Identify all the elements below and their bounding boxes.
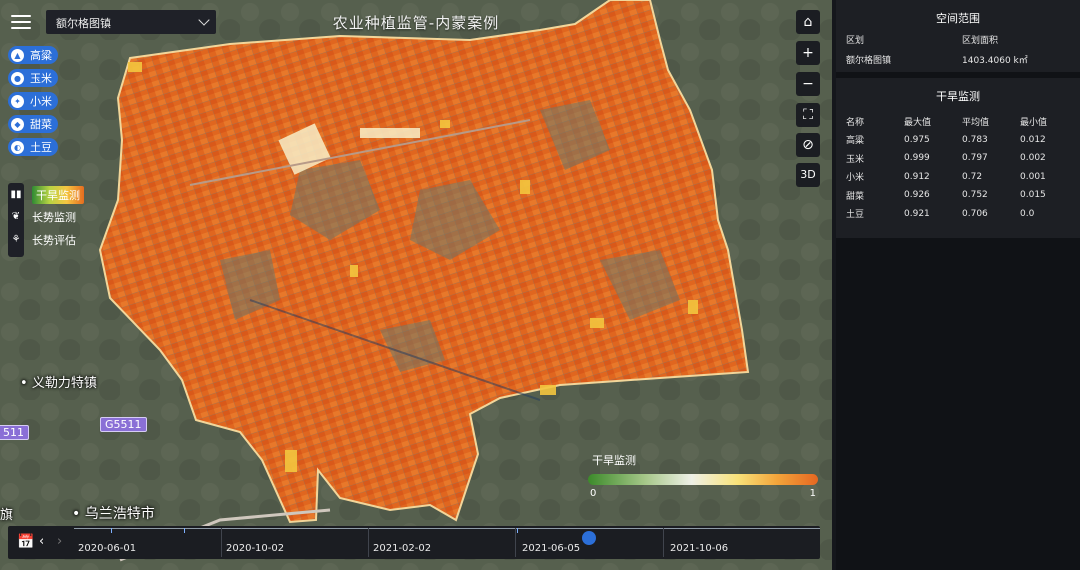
spatial-range-title: 空间范围: [936, 12, 980, 25]
road-shield-partial: 511: [0, 425, 29, 440]
timeline-date: 2020-06-01: [78, 543, 137, 554]
timeline-date: 2020-10-02: [226, 543, 285, 554]
sorghum-icon: ▲: [11, 48, 24, 62]
map-view[interactable]: 农业种植监管-内蒙案例 额尔格图镇 ▲ 高粱 ● 玉米 ✦ 小米 ◆ 甜菜 ◐ 土豆 ▮▮…: [0, 0, 832, 570]
table-cell: 0.752: [962, 190, 988, 201]
table-row: 玉米 0.999 0.797 0.002: [846, 149, 1078, 168]
table-cell: 0.706: [962, 208, 988, 219]
drought-title: 干旱监测: [936, 90, 980, 103]
table-cell: 0.797: [962, 153, 988, 164]
3d-button[interactable]: 3D: [796, 163, 820, 187]
beet-icon: ◆: [11, 117, 24, 131]
map-label-city: • 乌兰浩特市: [72, 506, 155, 522]
legend-gradient: [588, 474, 818, 485]
table-cell: 0.975: [904, 134, 930, 145]
potato-icon: ◐: [11, 140, 24, 154]
legend-min: 0: [590, 488, 597, 499]
table-cell: 小米: [846, 173, 865, 184]
table-cell: 0.001: [1020, 171, 1046, 182]
info-panel: 空间范围 区划 区划面积 额尔格图镇 1403.4060 k㎡ 干旱监测 名称 …: [836, 0, 1080, 570]
timeline-thumb[interactable]: [581, 531, 596, 545]
table-cell: 0.0: [1020, 208, 1035, 219]
timeline-axis: [74, 528, 820, 529]
crop-list: ▲ 高粱 ● 玉米 ✦ 小米 ◆ 甜菜 ◐ 土豆: [8, 46, 58, 161]
timeline-date: 2021-06-05: [522, 543, 581, 554]
region-select[interactable]: 额尔格图镇: [46, 10, 216, 34]
plant-pot-icon: ⚘: [11, 234, 21, 245]
plus-icon: +: [802, 45, 814, 61]
table-cell: 土豆: [846, 210, 865, 221]
drought-table: 名称 最大值 平均值 最小值 高粱 0.975 0.783 0.012 玉米 0.999…: [846, 112, 1078, 223]
table-cell: 0.002: [1020, 153, 1046, 164]
spatial-range-card: 空间范围 区划 区划面积 额尔格图镇 1403.4060 k㎡: [836, 0, 1080, 72]
area-value: 1403.4060 k㎡: [962, 56, 1028, 66]
prev-icon[interactable]: ‹: [39, 534, 44, 549]
sprout-icon: ❦: [11, 211, 21, 222]
chevron-down-icon: [198, 14, 210, 26]
drought-legend: 干旱监测 0 1: [588, 452, 818, 499]
expand-icon: ⛶: [803, 107, 813, 123]
legend-title: 干旱监测: [592, 454, 636, 467]
monitor-item-assessment[interactable]: ⚘ 长势评估: [8, 231, 76, 249]
map-label-partial: 旗: [0, 508, 14, 523]
table-cell: 0.921: [904, 208, 930, 219]
crop-item-corn[interactable]: ● 玉米: [8, 69, 58, 87]
table-header: 名称: [846, 117, 865, 128]
table-cell: 0.999: [904, 153, 930, 164]
fullscreen-button[interactable]: ⛶: [796, 103, 820, 127]
table-cell: 0.012: [1020, 134, 1046, 145]
monitor-item-drought[interactable]: ▮▮ 干旱监测: [8, 186, 84, 204]
menu-button[interactable]: [10, 11, 32, 33]
table-header: 最大值: [904, 117, 932, 128]
home-icon: ⌂: [803, 14, 813, 30]
visibility-button[interactable]: ⊘: [796, 133, 820, 157]
monitor-item-growth[interactable]: ❦ 长势监测: [8, 208, 76, 226]
district-value: 额尔格图镇: [846, 56, 892, 66]
timeline-date: 2021-10-06: [670, 543, 729, 554]
zoom-out-button[interactable]: −: [796, 72, 820, 96]
3d-icon: 3D: [800, 168, 816, 181]
table-cell: 玉米: [846, 154, 865, 165]
table-cell: 0.912: [904, 171, 930, 182]
timeline[interactable]: 📅 ‹ › 2020-06-01 2020-10-02 2021-02-02 2…: [8, 526, 820, 559]
table-cell: 0.926: [904, 190, 930, 201]
table-cell: 高粱: [846, 136, 865, 147]
millet-icon: ✦: [11, 94, 24, 108]
calendar-icon[interactable]: 📅: [17, 534, 34, 550]
bars-icon: ▮▮: [10, 189, 22, 200]
table-row: 土豆 0.921 0.706 0.0: [846, 205, 1078, 224]
crop-item-sorghum[interactable]: ▲ 高粱: [8, 46, 58, 64]
crop-item-millet[interactable]: ✦ 小米: [8, 92, 58, 110]
table-header: 最小值: [1020, 117, 1048, 128]
region-select-value: 额尔格图镇: [56, 17, 111, 30]
minus-icon: −: [802, 76, 814, 92]
menu-icon: [11, 15, 31, 17]
next-icon[interactable]: ›: [57, 534, 62, 549]
zoom-in-button[interactable]: +: [796, 41, 820, 65]
corn-icon: ●: [11, 71, 24, 85]
table-cell: 0.015: [1020, 190, 1046, 201]
table-row: 甜菜 0.926 0.752 0.015: [846, 186, 1078, 205]
table-cell: 甜菜: [846, 191, 865, 202]
timeline-date: 2021-02-02: [373, 543, 432, 554]
home-button[interactable]: ⌂: [796, 10, 820, 34]
crop-item-beet[interactable]: ◆ 甜菜: [8, 115, 58, 133]
legend-max: 1: [809, 488, 816, 499]
timeline-track[interactable]: 2020-06-01 2020-10-02 2021-02-02 2021-06…: [74, 526, 820, 559]
area-header: 区划面积: [962, 36, 999, 46]
district-header: 区划: [846, 36, 865, 46]
table-row: 高粱 0.975 0.783 0.012: [846, 131, 1078, 150]
eye-off-icon: ⊘: [802, 137, 814, 153]
table-cell: 0.783: [962, 134, 988, 145]
table-header-row: 名称 最大值 平均值 最小值: [846, 112, 1078, 131]
table-header: 平均值: [962, 117, 990, 128]
road-shield-g5511: G5511: [100, 417, 147, 432]
map-label-town: • 义勒力特镇: [20, 376, 97, 391]
table-cell: 0.72: [962, 171, 983, 182]
table-row: 小米 0.912 0.72 0.001: [846, 168, 1078, 187]
crop-item-potato[interactable]: ◐ 土豆: [8, 138, 58, 156]
